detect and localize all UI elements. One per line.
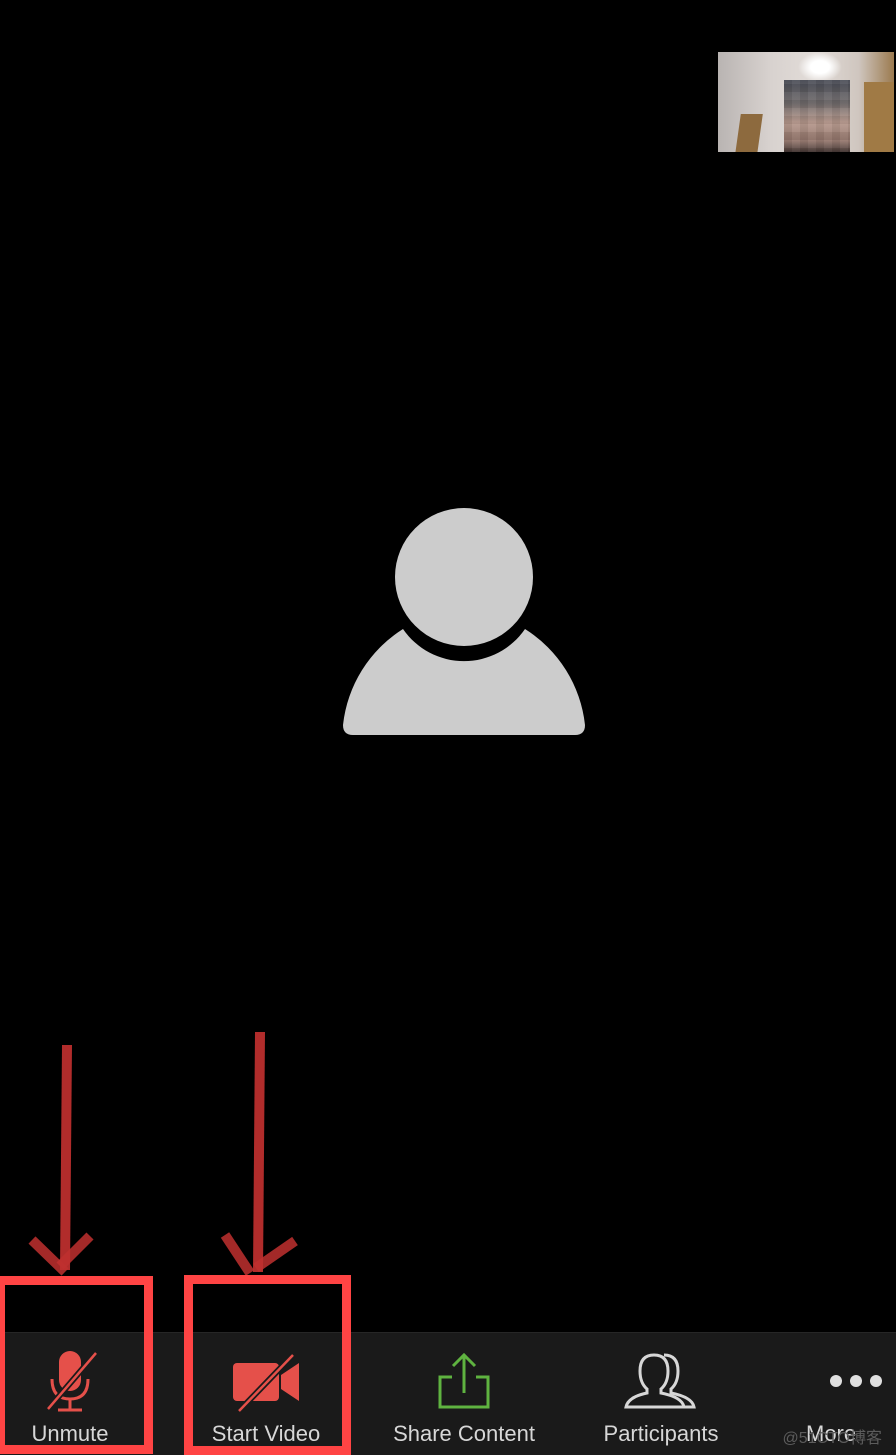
- participants-icon: [624, 1353, 696, 1409]
- share-content-button[interactable]: Share Content: [380, 1333, 548, 1455]
- self-video-thumbnail[interactable]: [718, 52, 894, 152]
- watermark-text: @51CTO博客: [782, 1430, 882, 1447]
- annotation-arrow-unmute: [28, 1044, 94, 1276]
- avatar-head: [395, 508, 533, 646]
- participants-label: Participants: [603, 1421, 719, 1446]
- highlight-box-unmute: [0, 1276, 153, 1454]
- person-placeholder-icon: [343, 508, 585, 735]
- ceiling-light: [798, 52, 842, 82]
- highlight-box-start-video: [184, 1275, 351, 1455]
- annotation-arrow-start-video: [220, 1031, 298, 1276]
- pixelated-face: [784, 80, 850, 152]
- share-content-label: Share Content: [393, 1421, 535, 1446]
- more-dots-icon: [830, 1375, 882, 1387]
- share-upload-icon: [438, 1352, 490, 1409]
- participants-button[interactable]: Participants: [590, 1333, 732, 1455]
- video-door-right: [864, 82, 894, 152]
